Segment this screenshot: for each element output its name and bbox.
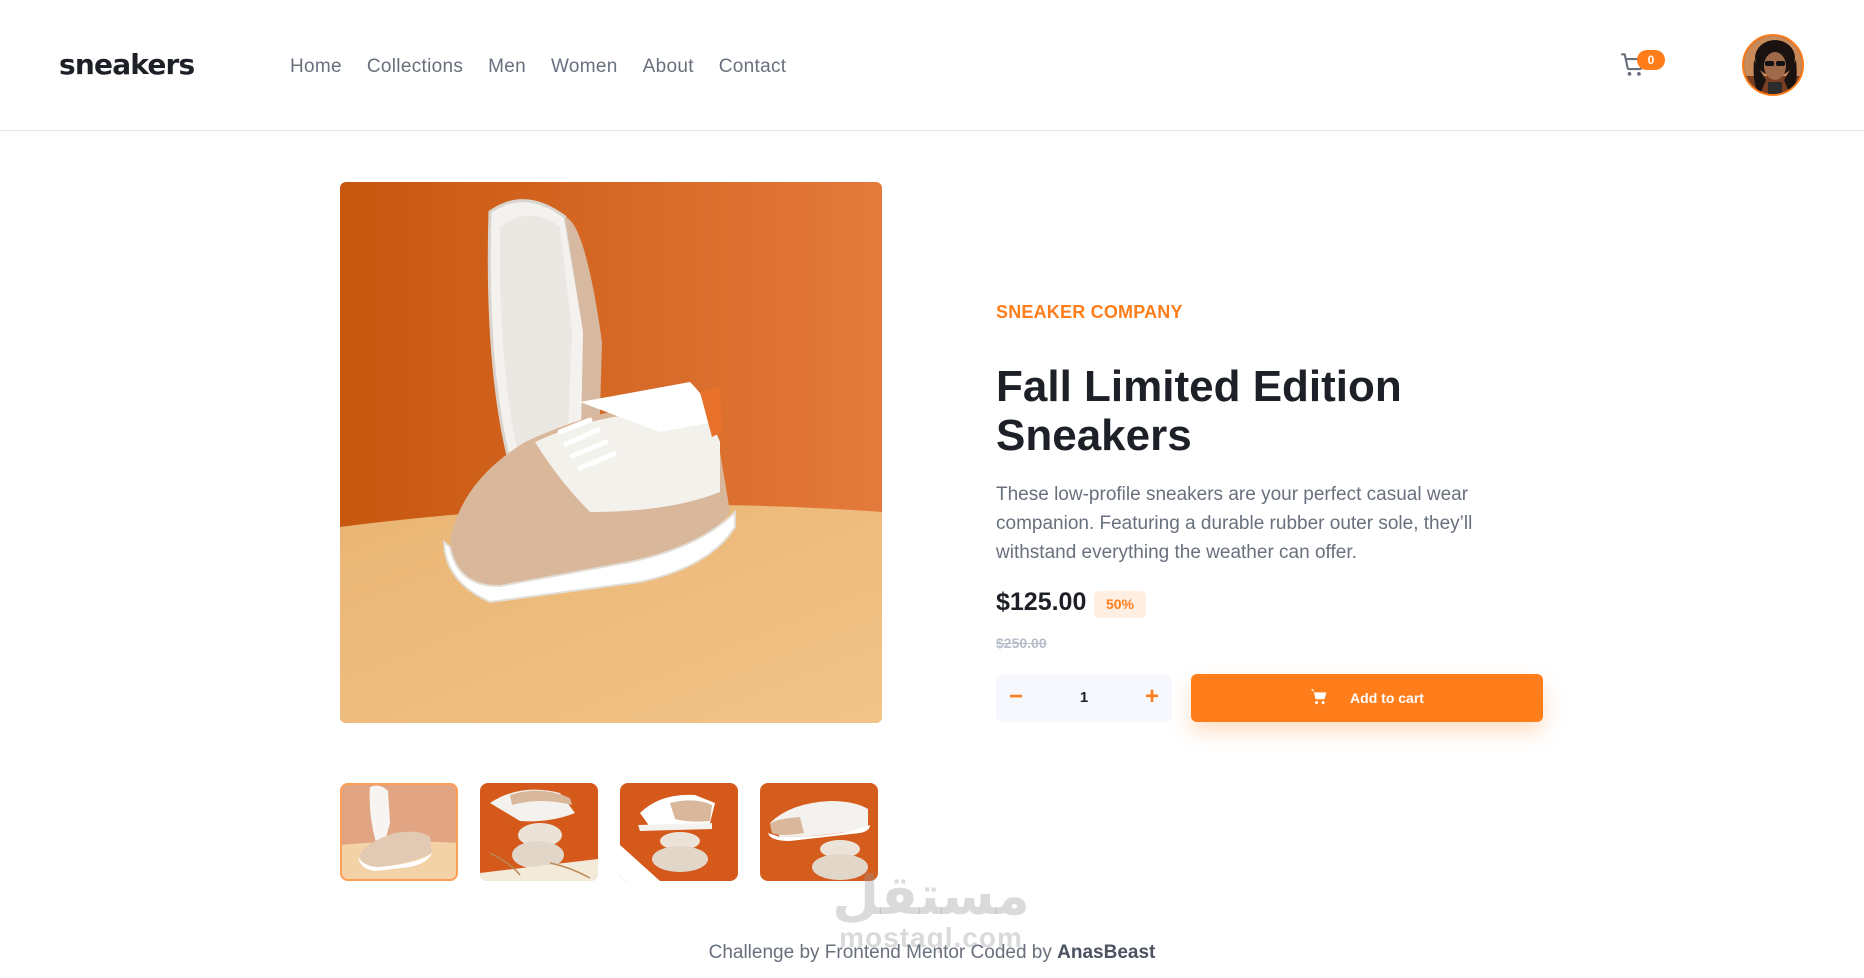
thumbnail-2[interactable] [480, 783, 598, 881]
nav-contact[interactable]: Contact [719, 56, 787, 78]
site-header: sneakers Home Collections Men Women Abou… [0, 0, 1864, 131]
footer-attribution: Challenge by Frontend Mentor Coded by An… [0, 942, 1864, 964]
thumbnail-4[interactable] [760, 783, 878, 881]
quantity-stepper: − 1 + [996, 674, 1172, 722]
nav-collections[interactable]: Collections [367, 56, 463, 78]
original-price: $250.00 [996, 635, 1047, 651]
thumbnail-1[interactable] [340, 783, 458, 881]
product-description: These low-profile sneakers are your perf… [996, 484, 1473, 563]
main-nav: Home Collections Men Women About Contact [290, 56, 786, 78]
product-title: Fall Limited Edition Sneakers [996, 362, 1402, 460]
cart-icon [1310, 688, 1328, 708]
cart-count-badge: 0 [1637, 50, 1665, 70]
thumbnail-3[interactable] [620, 783, 738, 881]
nav-women[interactable]: Women [551, 56, 618, 78]
footer-text: Challenge by Frontend Mentor Coded by [708, 942, 1058, 963]
nav-men[interactable]: Men [488, 56, 526, 78]
increase-quantity-button[interactable]: + [1132, 674, 1172, 722]
product-main-image[interactable] [340, 182, 882, 723]
nav-about[interactable]: About [643, 56, 694, 78]
current-price: $125.00 [996, 588, 1087, 616]
quantity-value: 1 [1079, 689, 1089, 706]
add-to-cart-label: Add to cart [1350, 690, 1424, 706]
company-name: SNEAKER COMPANY [996, 302, 1183, 322]
add-to-cart-button[interactable]: Add to cart [1191, 674, 1543, 722]
footer-author-link[interactable]: AnasBeast [1057, 942, 1155, 963]
logo[interactable]: sneakers [59, 48, 195, 81]
discount-badge: 50% [1094, 591, 1146, 618]
decrease-quantity-button[interactable]: − [996, 674, 1036, 722]
nav-home[interactable]: Home [290, 56, 342, 78]
avatar[interactable] [1742, 34, 1804, 96]
thumbnail-strip [340, 783, 878, 881]
